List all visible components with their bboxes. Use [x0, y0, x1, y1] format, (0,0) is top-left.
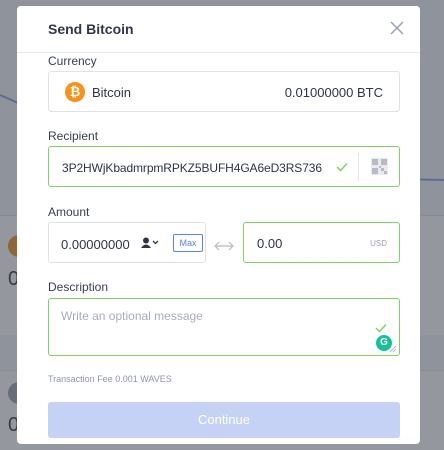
qr-code-icon[interactable]	[371, 158, 388, 175]
modal-title: Send Bitcoin	[48, 21, 134, 37]
recipient-label: Recipient	[48, 129, 99, 143]
divider	[358, 153, 359, 181]
fiat-amount-value: 0.00	[257, 236, 283, 251]
user-chevron-icon[interactable]	[141, 237, 159, 249]
modal-header: Send Bitcoin	[17, 6, 420, 53]
check-icon	[375, 323, 387, 333]
currency-label: Currency	[48, 54, 97, 68]
amount-value: 0.00000000	[61, 237, 130, 252]
recipient-address: 3P2HWjKbadmrpmRPKZ5BUFH4GA6eD3RS736	[62, 161, 322, 175]
amount-label: Amount	[48, 205, 90, 219]
swap-arrows-icon	[214, 241, 234, 251]
description-label: Description	[48, 280, 109, 294]
close-icon[interactable]	[388, 19, 406, 37]
fiat-unit: USD	[370, 239, 387, 248]
fiat-amount-input[interactable]: 0.00 USD	[243, 222, 400, 263]
max-button[interactable]: Max	[173, 234, 203, 252]
currency-select[interactable]: ₿ Bitcoin 0.01000000 BTC	[48, 71, 400, 112]
transaction-fee: Transaction Fee 0.001 WAVES	[48, 374, 172, 384]
check-icon	[336, 162, 348, 172]
currency-balance: 0.01000000 BTC	[284, 85, 383, 100]
bitcoin-icon: ₿	[65, 82, 85, 102]
description-textarea[interactable]: Write an optional message G	[48, 298, 400, 356]
continue-button[interactable]: Continue	[48, 402, 400, 438]
send-modal: Send Bitcoin Currency ₿ Bitcoin 0.010000…	[17, 6, 420, 444]
amount-input[interactable]: 0.00000000 Max	[48, 222, 206, 263]
resize-handle-icon[interactable]	[389, 345, 397, 353]
recipient-input[interactable]: 3P2HWjKbadmrpmRPKZ5BUFH4GA6eD3RS736	[48, 146, 400, 187]
currency-name: Bitcoin	[92, 85, 132, 100]
description-placeholder: Write an optional message	[61, 309, 203, 323]
